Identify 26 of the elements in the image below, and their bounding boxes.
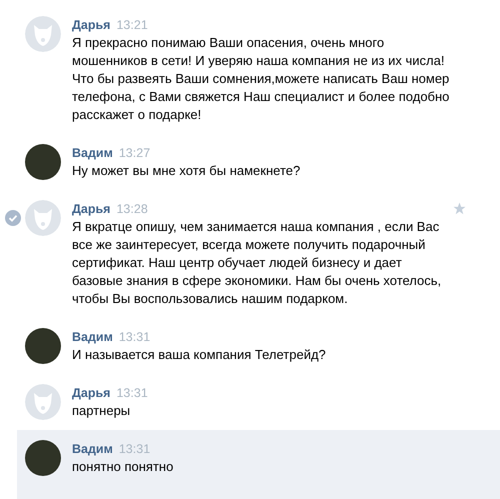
message-text: партнеры [72,402,132,420]
message-time: 13:27 [118,145,150,162]
dog-avatar-icon[interactable] [25,16,61,52]
message-time: 13:31 [116,385,148,402]
author-name[interactable]: Вадим [72,440,113,458]
dog-avatar-icon[interactable] [25,200,61,236]
message-text: Я вкратце опишу, чем занимается наша компания , если Вас все же заинтересует, всегда можете получить подарочный сертификат. Наш центр обучает людей бизнесу и дает базовые знания в сфере экономики. Нам бы очень хотелось, чтобы Вы воспользовались нашим подарком. [72,218,442,308]
author-name[interactable]: Вадим [72,144,113,162]
author-name[interactable]: Дарья [72,200,110,218]
dog-avatar-icon[interactable] [25,384,61,420]
message-text: понятно понятно [72,458,174,476]
author-name[interactable]: Дарья [72,384,110,402]
message-text: Ну может вы мне хотя бы намекнете? [72,162,302,180]
author-name[interactable]: Вадим [72,328,113,346]
message-time: 13:31 [118,441,150,458]
photo-placeholder[interactable] [25,144,61,180]
message-text: Я прекрасно понимаю Ваши опасения, очень много мошенников в сети! И уверяю наша компания не из их числа! Что бы развеять Ваши сомнения,можете написать Ваш номер телефона, с Вами свяжется Наш специалист и более подобно расскажет о подарке! [72,34,450,124]
photo-placeholder[interactable] [25,440,61,476]
message-time: 13:21 [116,17,148,34]
message-text: И называется ваша компания Телетрейд? [72,346,327,364]
author-name[interactable]: Дарья [72,16,110,34]
star-icon[interactable] [453,202,466,215]
message-time: 13:28 [116,201,148,218]
checkmark-icon[interactable] [4,210,20,226]
message-time: 13:31 [118,329,150,346]
photo-placeholder[interactable] [25,328,61,364]
